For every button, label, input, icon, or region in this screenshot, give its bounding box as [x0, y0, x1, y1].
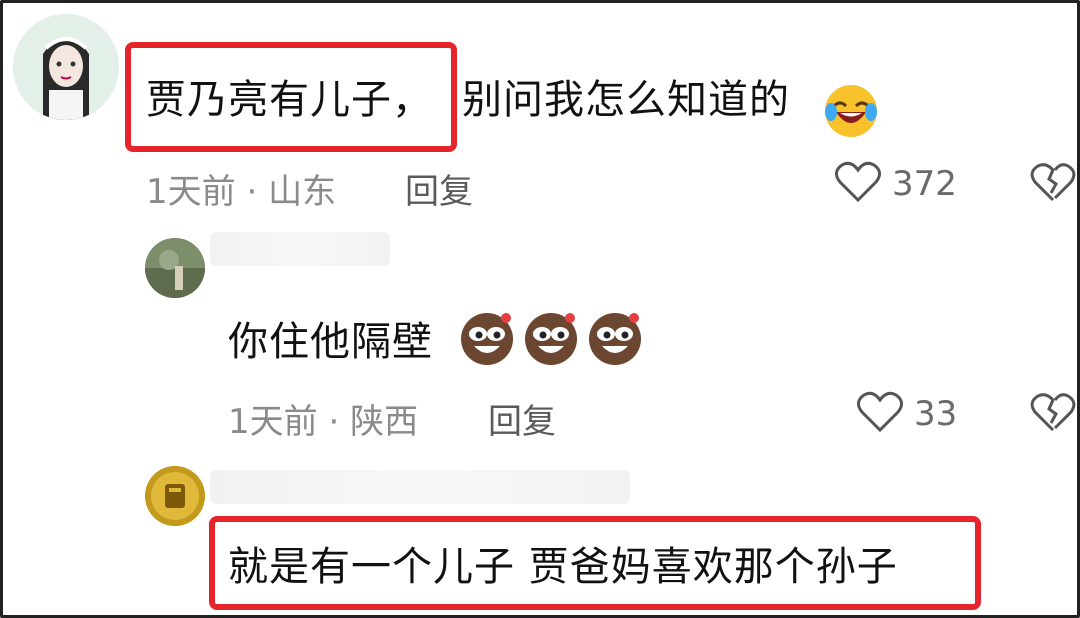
separator: · [246, 172, 258, 212]
comment-time: 1天前 [228, 402, 318, 442]
reply-button[interactable]: 回复 [488, 402, 556, 442]
avatar[interactable] [145, 238, 205, 298]
reply-button[interactable]: 回复 [405, 172, 473, 212]
comment-text: 你住他隔壁 [228, 319, 433, 365]
dislike-icon[interactable] [1030, 162, 1076, 204]
laughing-crying-emoji [822, 82, 880, 140]
comment-location: 陕西 [350, 402, 419, 442]
smug-face-emoji [520, 306, 582, 368]
separator: · [328, 402, 340, 442]
comment-text-highlighted: 就是有一个儿子 贾爸妈喜欢那个孙子 [228, 544, 898, 590]
avatar[interactable] [13, 14, 119, 120]
smug-face-emoji [456, 306, 518, 368]
comment-location: 山东 [268, 172, 337, 212]
heart-icon[interactable] [856, 390, 904, 434]
comment-text: 别问我怎么知道的 [462, 77, 790, 123]
heart-icon[interactable] [834, 160, 882, 204]
dislike-icon[interactable] [1030, 392, 1076, 434]
comment-text-highlighted: 贾乃亮有儿子， [146, 77, 433, 123]
comment-time: 1天前 [146, 172, 236, 212]
avatar[interactable] [145, 466, 205, 526]
like-count: 372 [892, 164, 957, 204]
username-blurred [210, 470, 630, 504]
smug-face-emoji [584, 306, 646, 368]
like-count: 33 [914, 394, 958, 434]
username-blurred [210, 232, 390, 266]
